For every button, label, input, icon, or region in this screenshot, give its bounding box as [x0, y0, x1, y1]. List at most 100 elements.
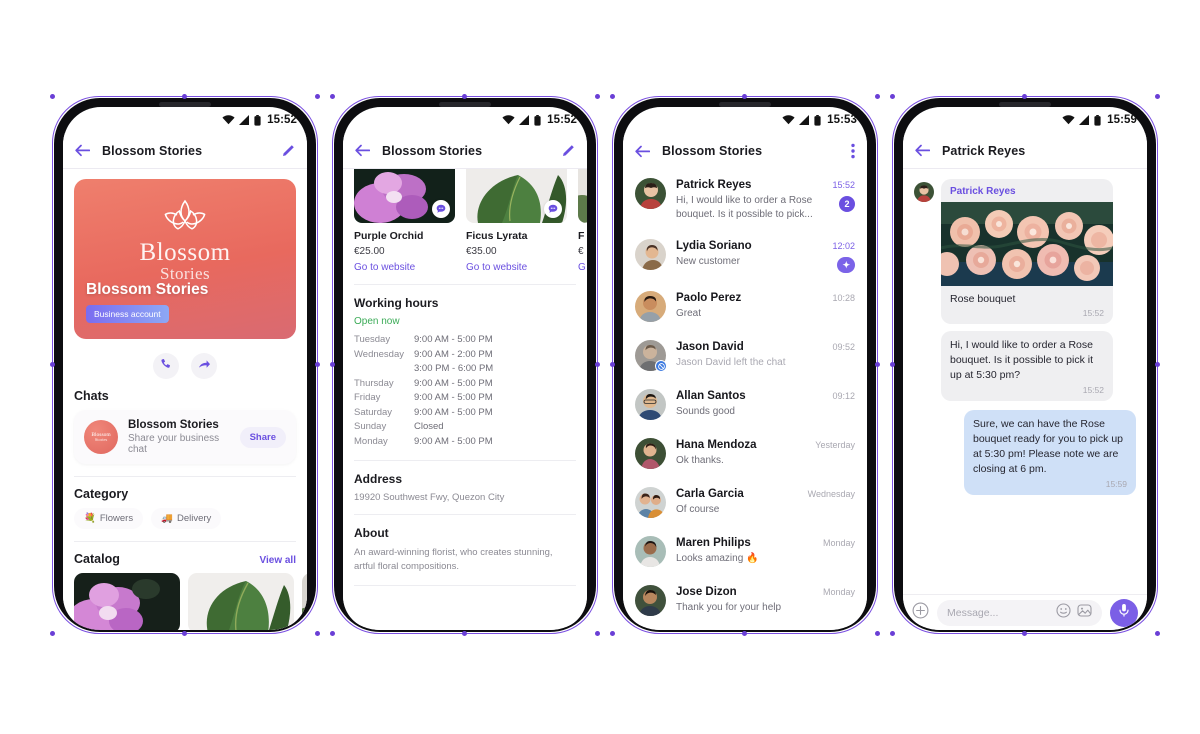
resize-handle[interactable] [890, 362, 895, 367]
resize-handle[interactable] [875, 362, 880, 367]
resize-handle[interactable] [890, 94, 895, 99]
contact-name: Patrick Reyes [676, 179, 752, 191]
address-heading: Address [354, 472, 403, 486]
resize-handle[interactable] [610, 631, 615, 636]
share-button[interactable] [191, 353, 217, 379]
product-website-link[interactable]: Go to website [354, 262, 455, 273]
list-item[interactable]: Maren Philips Looks amazing 🔥 Monday [623, 527, 867, 576]
phone-2-business-details: 15:52 Blossom Stories Purple Orchid €25.… [336, 100, 594, 630]
catalog-thumb-row [74, 573, 307, 630]
avatar-paolo-perez [635, 291, 666, 322]
hours-row: 3:00 PM - 6:00 PM [354, 362, 576, 377]
message-outgoing-text[interactable]: Sure, we can have the Rose bouquet ready… [964, 410, 1136, 495]
phone-1-business-profile: 15:52 Blossom Stories Blossom Stories Bl… [56, 100, 314, 630]
resize-handle[interactable] [50, 631, 55, 636]
purple-orchid-thumb[interactable] [74, 573, 180, 630]
resize-handle[interactable] [595, 94, 600, 99]
resize-handle[interactable] [315, 631, 320, 636]
product-card-purple-orchid[interactable]: Purple Orchid €25.00 Go to website [354, 169, 455, 273]
back-arrow-icon[interactable] [635, 145, 650, 158]
phone-3-chat-list: 15:53 Blossom Stories Patrick Reyes Hi, … [616, 100, 874, 630]
hours-value: 9:00 AM - 5:00 PM [414, 377, 493, 389]
edit-pencil-icon[interactable] [281, 144, 295, 158]
resize-handle[interactable] [742, 631, 747, 636]
product-card-partial[interactable]: F € G [578, 169, 587, 273]
resize-handle[interactable] [330, 631, 335, 636]
hours-day: Sunday [354, 421, 387, 432]
resize-handle[interactable] [330, 362, 335, 367]
resize-handle[interactable] [610, 362, 615, 367]
catalog-heading: Catalog [74, 552, 120, 566]
hours-value: 9:00 AM - 5:00 PM [414, 392, 493, 403]
resize-handle[interactable] [315, 94, 320, 99]
view-all-link[interactable]: View all [259, 555, 296, 566]
message-thread: Patrick Reyes Rose bouquet 15:52 Hi, I w… [903, 169, 1147, 594]
list-item[interactable]: Allan Santos Sounds good 09:12 [623, 380, 867, 429]
resize-handle[interactable] [50, 362, 55, 367]
hours-day: Tuesday [354, 334, 391, 345]
status-bar: 15:52 [63, 107, 307, 133]
resize-handle[interactable] [610, 94, 615, 99]
mockup-canvas: 15:52 Blossom Stories Blossom Stories Bl… [0, 0, 1200, 734]
edit-pencil-icon[interactable] [561, 144, 575, 158]
resize-handle[interactable] [330, 94, 335, 99]
resize-handle[interactable] [315, 362, 320, 367]
plus-circle-icon[interactable] [912, 602, 929, 624]
list-item[interactable]: Paolo Perez Great 10:28 [623, 282, 867, 331]
list-item[interactable]: Lydia Soriano New customer 12:02 ✦ [623, 230, 867, 282]
resize-handle[interactable] [1155, 94, 1160, 99]
resize-handle[interactable] [462, 631, 467, 636]
ficus-lyrata-thumb[interactable] [188, 573, 294, 630]
resize-handle[interactable] [1155, 631, 1160, 636]
resize-handle[interactable] [595, 631, 600, 636]
resize-handle[interactable] [462, 94, 467, 99]
back-arrow-icon[interactable] [75, 144, 90, 157]
resize-handle[interactable] [1022, 94, 1027, 99]
share-chat-button[interactable]: Share [239, 426, 286, 448]
resize-handle[interactable] [50, 94, 55, 99]
chat-bubble-icon[interactable] [432, 200, 450, 218]
product-website-link[interactable]: Go to website [466, 262, 567, 273]
microphone-button[interactable] [1110, 598, 1138, 627]
product-card-ficus-lyrata[interactable]: Ficus Lyrata €35.00 Go to website [466, 169, 567, 273]
more-vertical-icon[interactable] [851, 143, 855, 159]
smiley-icon[interactable] [1056, 602, 1071, 623]
resize-handle[interactable] [875, 94, 880, 99]
message-bubble[interactable]: Patrick Reyes Rose bouquet 15:52 [941, 179, 1113, 324]
back-arrow-icon[interactable] [355, 144, 370, 157]
resize-handle[interactable] [182, 631, 187, 636]
hours-value: 9:00 AM - 5:00 PM [414, 334, 493, 345]
resize-handle[interactable] [742, 94, 747, 99]
category-chip-delivery[interactable]: 🚚 Delivery [151, 508, 222, 529]
list-item[interactable]: Hana Mendoza Ok thanks. Yesterday [623, 429, 867, 478]
resize-handle[interactable] [1155, 362, 1160, 367]
lotus-flower-logo [155, 197, 215, 236]
message-incoming-text[interactable]: Hi, I would like to order a Rose bouquet… [941, 331, 1113, 401]
list-item[interactable]: Jose Dizon Thank you for your help Monda… [623, 576, 867, 625]
call-button[interactable] [153, 353, 179, 379]
resize-handle[interactable] [1022, 631, 1027, 636]
new-customer-badge: ✦ [837, 257, 855, 273]
hours-day [354, 362, 414, 377]
share-business-chat-card[interactable]: Blossom Stories Blossom Stories Share yo… [74, 410, 296, 464]
list-item[interactable]: Carla Garcia Of course Wednesday [623, 478, 867, 527]
resize-handle[interactable] [875, 631, 880, 636]
message-input[interactable]: Message... [937, 599, 1102, 626]
sticker-icon[interactable] [1077, 603, 1092, 623]
list-item[interactable]: Jason David Jason David left the chat 09… [623, 331, 867, 380]
resize-handle[interactable] [890, 631, 895, 636]
third-thumb-partial[interactable] [302, 573, 307, 630]
phone-1-screen: 15:52 Blossom Stories Blossom Stories Bl… [63, 107, 307, 630]
back-arrow-icon[interactable] [915, 144, 930, 157]
resize-handle[interactable] [182, 94, 187, 99]
product-website-link[interactable]: G [578, 262, 587, 273]
rose-bouquet-image[interactable] [941, 202, 1113, 286]
resize-handle[interactable] [595, 362, 600, 367]
list-item[interactable]: Patrick Reyes Hi, I would like to order … [623, 169, 867, 230]
chat-bubble-icon[interactable] [544, 200, 562, 218]
status-bar: 15:59 [903, 107, 1147, 133]
product-price: € [578, 246, 584, 257]
product-price: €35.00 [466, 246, 497, 257]
avatar[interactable] [914, 182, 934, 202]
category-chip-flowers[interactable]: 💐 Flowers [74, 508, 144, 529]
